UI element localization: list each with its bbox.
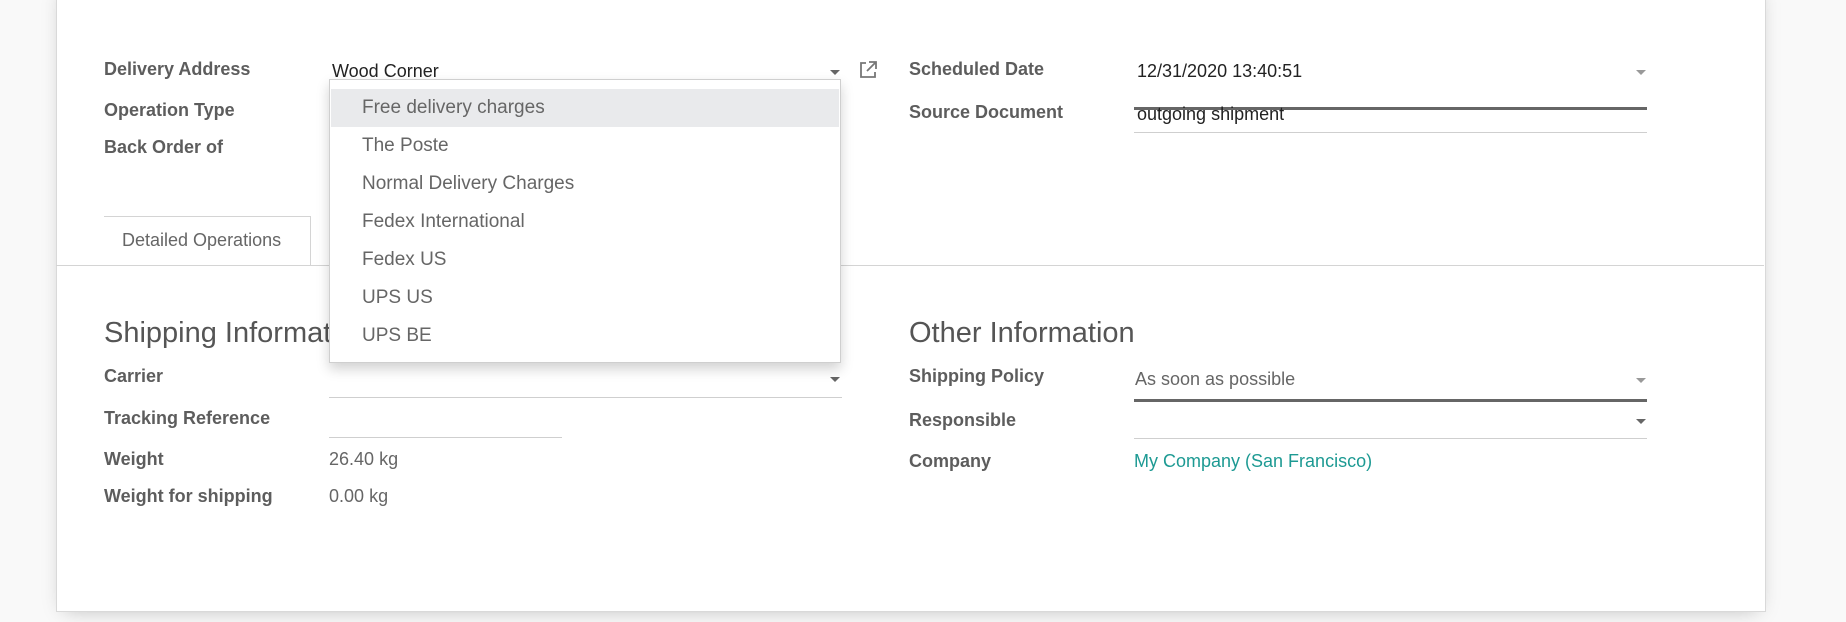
dropdown-option[interactable]: Normal Delivery Charges	[331, 165, 839, 203]
shipping-policy-select[interactable]: As soon as possible	[1135, 369, 1295, 390]
other-information-title: Other Information	[909, 317, 1135, 349]
weight-unit: kg	[379, 449, 399, 469]
scheduled-date-input[interactable]: 12/31/2020 13:40:51	[1137, 61, 1302, 82]
company-link[interactable]: My Company (San Francisco)	[1134, 451, 1372, 472]
shipping-policy-underline	[1134, 399, 1647, 402]
scheduled-date-caret-icon[interactable]	[1636, 70, 1646, 75]
weight-for-shipping-unit: kg	[369, 486, 389, 506]
weight-for-shipping-value: 0.00 kg	[329, 486, 388, 507]
back-order-label: Back Order of	[104, 137, 224, 157]
dropdown-option[interactable]: The Poste	[331, 127, 839, 165]
shipping-policy-label: Shipping Policy	[909, 366, 1045, 386]
form-sheet	[56, 0, 1766, 612]
operation-type-label: Operation Type	[104, 100, 235, 120]
record-title-clipped	[104, 0, 404, 4]
carrier-label: Carrier	[104, 366, 164, 386]
delivery-address-label: Delivery Address	[104, 59, 251, 79]
weight-for-shipping-number: 0.00	[329, 486, 365, 506]
scheduled-date-label: Scheduled Date	[909, 59, 1045, 79]
dropdown-option[interactable]: UPS BE	[331, 317, 839, 355]
source-document-underline	[1134, 132, 1647, 133]
carrier-underline	[329, 397, 842, 398]
dropdown-option[interactable]: Fedex International	[331, 203, 839, 241]
tab-bar-divider	[56, 265, 1764, 266]
dropdown-option[interactable]: Free delivery charges	[331, 89, 839, 127]
source-document-label: Source Document	[909, 102, 1064, 122]
tracking-reference-underline	[329, 437, 562, 438]
shipping-policy-caret-icon[interactable]	[1636, 378, 1646, 383]
weight-value: 26.40 kg	[329, 449, 398, 470]
weight-for-shipping-label: Weight for shipping	[104, 486, 273, 506]
delivery-address-caret-icon[interactable]	[830, 70, 840, 75]
source-document-input[interactable]: outgoing shipment	[1137, 104, 1284, 125]
carrier-dropdown-menu: Free delivery charges The Poste Normal Del…	[329, 79, 841, 363]
weight-number: 26.40	[329, 449, 375, 469]
responsible-label: Responsible	[909, 410, 1017, 430]
carrier-caret-icon[interactable]	[830, 377, 840, 382]
responsible-underline	[1134, 438, 1647, 439]
weight-label: Weight	[104, 449, 164, 469]
tracking-reference-label: Tracking Reference	[104, 408, 271, 428]
company-label: Company	[909, 451, 992, 471]
dropdown-option[interactable]: UPS US	[331, 279, 839, 317]
tab-detailed-operations-label: Detailed Operations	[122, 230, 282, 250]
tab-detailed-operations[interactable]: Detailed Operations	[104, 216, 311, 265]
responsible-caret-icon[interactable]	[1636, 419, 1646, 424]
dropdown-option[interactable]: Fedex US	[331, 241, 839, 279]
external-link-icon[interactable]	[858, 60, 878, 80]
